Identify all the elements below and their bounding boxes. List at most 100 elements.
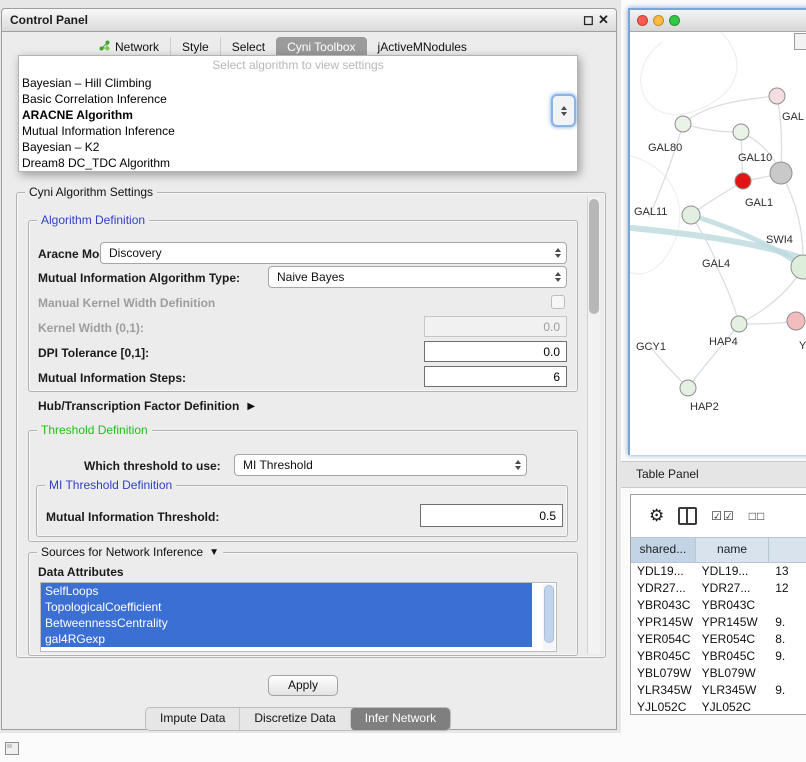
table-row[interactable]: YLR345WYLR345W9. (631, 682, 806, 699)
settings-scrollbar[interactable] (587, 197, 600, 654)
network-node[interactable] (787, 312, 805, 330)
hub-definition-expander[interactable]: Hub/Transcription Factor Definition ▶ (38, 399, 255, 413)
control-panel-titlebar[interactable] (1, 8, 617, 32)
float-panel-icon[interactable]: ◻ (583, 12, 594, 28)
node-label: HAP4 (709, 336, 738, 348)
sources-expander[interactable]: Sources for Network Inference ▼ (37, 545, 223, 560)
table-window: ⚙ ☑☑ □□ shared...name YDL19...YDL19...13… (630, 494, 806, 715)
table-cell (769, 665, 806, 682)
network-node[interactable] (682, 206, 700, 224)
combo-arrows-icon (550, 248, 566, 258)
attribute-item-gal4rgexp[interactable]: gal4RGexp (41, 631, 532, 647)
docked-panel-icon[interactable] (5, 742, 19, 755)
table-cell: YBR045C (631, 648, 696, 665)
network-node[interactable] (770, 162, 792, 184)
bottom-tab-infer-network[interactable]: Infer Network (350, 708, 450, 730)
attribute-items: SelfLoopsTopologicalCoefficientBetweenne… (41, 583, 556, 647)
close-panel-icon[interactable]: ✕ (598, 12, 609, 28)
settings-scrollbar-thumb[interactable] (589, 199, 599, 314)
close-window-button[interactable] (637, 15, 648, 26)
network-edge (641, 32, 737, 115)
network-canvas[interactable]: GALGAL80GAL10GAL11GAL1SWI4GAL4GCY1HAP4YH… (630, 32, 806, 455)
tab-label: jActiveMNodules (378, 40, 467, 55)
mi-threshold-field[interactable] (420, 504, 563, 527)
algorithm-combo-arrows[interactable] (551, 94, 576, 127)
mi-steps-field[interactable] (424, 366, 567, 387)
mi-steps-label: Mutual Information Steps: (38, 371, 186, 385)
algorithm-option-basic-correlation-inference[interactable]: Basic Correlation Inference (19, 91, 577, 107)
network-edge (683, 124, 741, 132)
aracne-mode-select[interactable]: Discovery (100, 242, 567, 264)
algorithm-placeholder: Select algorithm to view settings (19, 56, 577, 75)
table-cell: 8. (769, 631, 806, 648)
hub-definition-label: Hub/Transcription Factor Definition (38, 399, 239, 413)
table-row[interactable]: YJL052CYJL052C (631, 699, 806, 715)
algorithm-option-bayesian-k2[interactable]: Bayesian – K2 (19, 139, 577, 155)
attribute-item-betweennesscentrality[interactable]: BetweennessCentrality (41, 615, 532, 631)
network-window-titlebar[interactable] (630, 10, 806, 32)
bottom-tab-impute-data[interactable]: Impute Data (146, 708, 239, 730)
column-header-name[interactable]: name (696, 538, 770, 562)
table-row[interactable]: YDR27...YDR27...12 (631, 580, 806, 597)
algorithm-option-dream8-dc-tdc-algorithm[interactable]: Dream8 DC_TDC Algorithm (19, 155, 577, 171)
mi-threshold-group-title: MI Threshold Definition (45, 478, 176, 493)
zoom-window-button[interactable] (669, 15, 680, 26)
kernel-width-field[interactable] (424, 316, 567, 337)
network-node[interactable] (675, 116, 691, 132)
table-row[interactable]: YBL079WYBL079W (631, 665, 806, 682)
network-node[interactable] (769, 88, 785, 104)
table-cell: YJL052C (631, 699, 696, 715)
table-header-row: shared...name (631, 537, 806, 563)
bottom-tab-discretize-data[interactable]: Discretize Data (239, 708, 349, 730)
column-header-extra[interactable] (769, 538, 806, 562)
table-cell: YLR345W (696, 682, 770, 699)
attributes-scrollbar[interactable] (543, 584, 555, 650)
kernel-width-label: Kernel Width (0,1): (38, 321, 144, 335)
table-body: YDL19...YDL19...13YDR27...YDR27...12YBR0… (631, 563, 806, 715)
table-cell: YDL19... (631, 563, 696, 580)
algorithm-option-mutual-information-inference[interactable]: Mutual Information Inference (19, 123, 577, 139)
panel-title: Control Panel (10, 13, 88, 27)
table-row[interactable]: YBR045CYBR045C9. (631, 648, 806, 665)
tab-label: Network (115, 40, 159, 55)
table-cell: YER054C (631, 631, 696, 648)
table-cell: YLR345W (631, 682, 696, 699)
combo-arrows-icon (510, 460, 526, 470)
node-label: GAL11 (634, 206, 667, 218)
minimize-window-button[interactable] (653, 15, 664, 26)
table-row[interactable]: YER054CYER054C8. (631, 631, 806, 648)
table-row[interactable]: YBR043CYBR043C (631, 597, 806, 614)
algorithm-options: Bayesian – Hill ClimbingBasic Correlatio… (19, 75, 577, 171)
table-row[interactable]: YDL19...YDL19...13 (631, 563, 806, 580)
network-node[interactable] (731, 316, 747, 332)
gear-icon[interactable]: ⚙ (649, 506, 664, 526)
mi-algorithm-type-select[interactable]: Naive Bayes (268, 266, 567, 288)
table-cell: 12 (769, 580, 806, 597)
select-unchecked-icon[interactable]: □□ (749, 509, 766, 523)
which-threshold-select[interactable]: MI Threshold (234, 454, 527, 476)
expand-right-icon[interactable]: ▶ (247, 401, 255, 412)
attribute-item-topologicalcoefficient[interactable]: TopologicalCoefficient (41, 599, 532, 615)
apply-button[interactable]: Apply (268, 675, 338, 696)
collapse-down-icon[interactable]: ▼ (209, 545, 219, 560)
columns-icon[interactable] (678, 507, 697, 525)
algorithm-option-bayesian-hill-climbing[interactable]: Bayesian – Hill Climbing (19, 75, 577, 91)
algorithm-option-aracne-algorithm[interactable]: ARACNE Algorithm (19, 107, 577, 123)
column-header-shared[interactable]: shared... (631, 538, 696, 562)
network-view-window[interactable]: GALGAL80GAL10GAL11GAL1SWI4GAL4GCY1HAP4YH… (628, 8, 806, 455)
network-node[interactable] (680, 380, 696, 396)
network-node[interactable] (733, 124, 749, 140)
node-label: SWI4 (766, 234, 793, 246)
table-row[interactable]: YPR145WYPR145W9. (631, 614, 806, 631)
select-checked-icon[interactable]: ☑☑ (711, 509, 735, 523)
table-cell: 13 (769, 563, 806, 580)
view-corner-box[interactable] (794, 33, 806, 50)
data-attributes-list[interactable]: SelfLoopsTopologicalCoefficientBetweenne… (40, 582, 557, 652)
dpi-tolerance-field[interactable] (424, 341, 567, 362)
manual-kernel-checkbox[interactable] (551, 295, 565, 309)
attribute-item-selfloops[interactable]: SelfLoops (41, 583, 532, 599)
settings-group-title: Cyni Algorithm Settings (25, 185, 157, 200)
attributes-scrollbar-thumb[interactable] (544, 585, 554, 643)
network-node[interactable] (735, 173, 751, 189)
which-threshold-label: Which threshold to use: (84, 459, 221, 473)
